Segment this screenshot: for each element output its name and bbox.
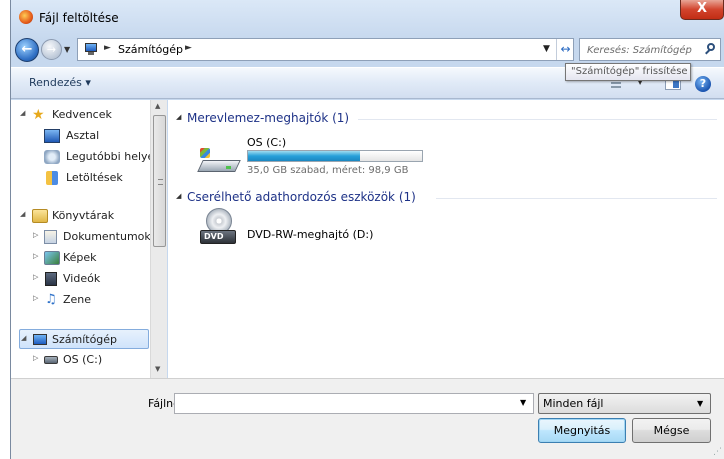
computer-icon [83, 43, 99, 56]
window-title: Fájl feltöltése [39, 11, 119, 25]
nav-item-music[interactable]: ▷ ♫ Zene [11, 290, 151, 310]
nav-item-favorites[interactable]: ◢ ★ Kedvencek [11, 105, 151, 125]
nav-item-recent-places[interactable]: Legutóbbi helyek [11, 147, 161, 167]
nav-label: Asztal [66, 129, 100, 142]
nav-item-os-drive[interactable]: ▷ OS (C:) [11, 350, 151, 370]
nav-label: Letöltések [66, 171, 123, 184]
windows-logo-icon [200, 148, 210, 158]
filename-dropdown-icon[interactable]: ▼ [520, 398, 526, 407]
breadcrumb-computer[interactable]: Számítógép [118, 43, 183, 56]
nav-item-libraries[interactable]: ◢ Könyvtárak [11, 206, 151, 226]
group-header: Merevlemez-meghajtók (1) [187, 111, 350, 125]
breadcrumb-separator-icon[interactable]: ► [104, 43, 111, 53]
group-divider [358, 119, 717, 120]
nav-label: Számítógép [52, 333, 118, 346]
nav-label: Legutóbbi helyek [66, 150, 161, 163]
videos-icon [45, 272, 57, 286]
organize-menu-button[interactable]: Rendezés ▾ [29, 76, 91, 89]
cancel-button[interactable]: Mégse [632, 418, 711, 443]
resize-grip-icon[interactable]: ⋰ [713, 447, 722, 457]
nav-label: Zene [63, 293, 92, 306]
recent-places-icon [44, 150, 60, 164]
scroll-down-icon[interactable]: ▼ [155, 365, 160, 373]
address-dropdown-icon[interactable]: ▼ [543, 44, 550, 54]
search-input[interactable] [587, 42, 699, 58]
expand-arrow-icon[interactable]: ▷ [33, 354, 41, 362]
navigation-row: ← → ▼ ► Számítógép ► ▼ ↔ [11, 36, 724, 64]
refresh-button[interactable]: ↔ [556, 39, 574, 60]
breadcrumb-separator-icon[interactable]: ► [185, 43, 192, 53]
dialog-frame: Fájl feltöltése X ← → ▼ ► Számítógép ► ▼… [10, 0, 724, 459]
libraries-icon [32, 209, 48, 223]
forward-button[interactable]: → [41, 39, 62, 60]
nav-pane-scrollbar[interactable]: ▲ ▼ [150, 100, 167, 378]
nav-label: OS (C:) [63, 353, 103, 366]
drive-c-space-text: 35,0 GB szabad, méret: 98,9 GB [247, 165, 409, 176]
nav-item-videos[interactable]: ▷ Videók [11, 269, 151, 289]
expand-arrow-icon[interactable]: ▷ [33, 273, 41, 281]
drive-c-usage-fill [248, 151, 361, 161]
file-list-pane: ◢ Merevlemez-meghajtók (1) OS (C:) 35,0 … [168, 100, 724, 378]
expand-arrow-icon[interactable]: ▷ [33, 252, 41, 260]
firefox-icon [19, 10, 33, 24]
collapse-arrow-icon[interactable]: ◢ [176, 113, 181, 121]
scrollbar-thumb[interactable] [153, 115, 166, 247]
collapse-arrow-icon[interactable]: ◢ [176, 192, 181, 200]
hard-drive-icon[interactable] [196, 146, 241, 176]
hard-drive-icon [44, 356, 58, 364]
collapse-arrow-icon[interactable]: ◢ [20, 109, 28, 117]
close-button[interactable]: X [680, 0, 724, 20]
nav-item-documents[interactable]: ▷ Dokumentumok [11, 227, 151, 247]
expand-arrow-icon[interactable]: ▷ [33, 231, 41, 239]
filename-combobox[interactable]: ▼ [174, 393, 534, 414]
drive-d-name[interactable]: DVD-RW-meghajtó (D:) [247, 228, 373, 241]
file-type-value: Minden fájl [543, 397, 604, 410]
recent-pages-dropdown-icon[interactable]: ▼ [64, 45, 74, 55]
search-box[interactable] [579, 38, 721, 61]
file-upload-dialog: Fájl feltöltése X ← → ▼ ► Számítógép ► ▼… [0, 0, 724, 459]
desktop-icon [44, 129, 60, 143]
star-icon: ★ [32, 107, 45, 123]
nav-item-desktop[interactable]: Asztal [11, 126, 151, 146]
navigation-pane: ◢ ★ Kedvencek Asztal Legutóbbi helyek Le… [11, 100, 161, 378]
search-icon[interactable] [704, 43, 716, 55]
collapse-arrow-icon[interactable]: ◢ [20, 210, 28, 218]
expand-arrow-icon[interactable]: ▷ [33, 294, 41, 302]
drive-c-usage-bar [247, 150, 423, 162]
address-bar[interactable]: ► Számítógép ► ▼ ↔ [77, 38, 574, 61]
group-divider [436, 198, 717, 199]
group-header: Cserélhető adathordozós eszközök (1) [187, 190, 416, 204]
file-type-select[interactable]: Minden fájl ▼ [538, 393, 711, 414]
refresh-tooltip: "Számítógép" frissítése [565, 63, 691, 81]
drive-c-name[interactable]: OS (C:) [247, 136, 286, 149]
scroll-up-icon[interactable]: ▲ [155, 102, 160, 110]
dialog-footer: Fájlnév: ▼ Minden fájl ▼ Megnyitás Mégse… [11, 378, 724, 459]
pictures-icon [44, 251, 60, 265]
nav-label: Videók [63, 272, 101, 285]
filename-input[interactable] [178, 396, 513, 411]
open-button[interactable]: Megnyitás [538, 418, 626, 443]
help-icon[interactable]: ? [695, 76, 711, 92]
dvd-label: DVD [200, 230, 236, 244]
file-type-dropdown-icon[interactable]: ▼ [697, 399, 703, 408]
nav-label: Dokumentumok [63, 230, 151, 243]
nav-label: Könyvtárak [52, 209, 115, 222]
back-button[interactable]: ← [15, 38, 39, 62]
nav-label: Kedvencek [52, 108, 112, 121]
nav-item-computer[interactable]: ◢ Számítógép [19, 329, 149, 349]
music-icon: ♫ [45, 292, 57, 307]
documents-icon [44, 230, 57, 244]
group-hard-drives[interactable]: ◢ Merevlemez-meghajtók (1) [168, 108, 724, 130]
title-bar: Fájl feltöltése X [11, 0, 724, 34]
downloads-icon [46, 171, 58, 185]
computer-icon [33, 334, 47, 345]
dvd-drive-icon[interactable]: DVD [200, 208, 240, 248]
nav-item-pictures[interactable]: ▷ Képek [11, 248, 151, 268]
group-removable-drives[interactable]: ◢ Cserélhető adathordozós eszközök (1) [168, 187, 724, 209]
nav-item-downloads[interactable]: Letöltések [11, 168, 151, 188]
nav-label: Képek [63, 251, 97, 264]
collapse-arrow-icon[interactable]: ◢ [21, 334, 29, 342]
